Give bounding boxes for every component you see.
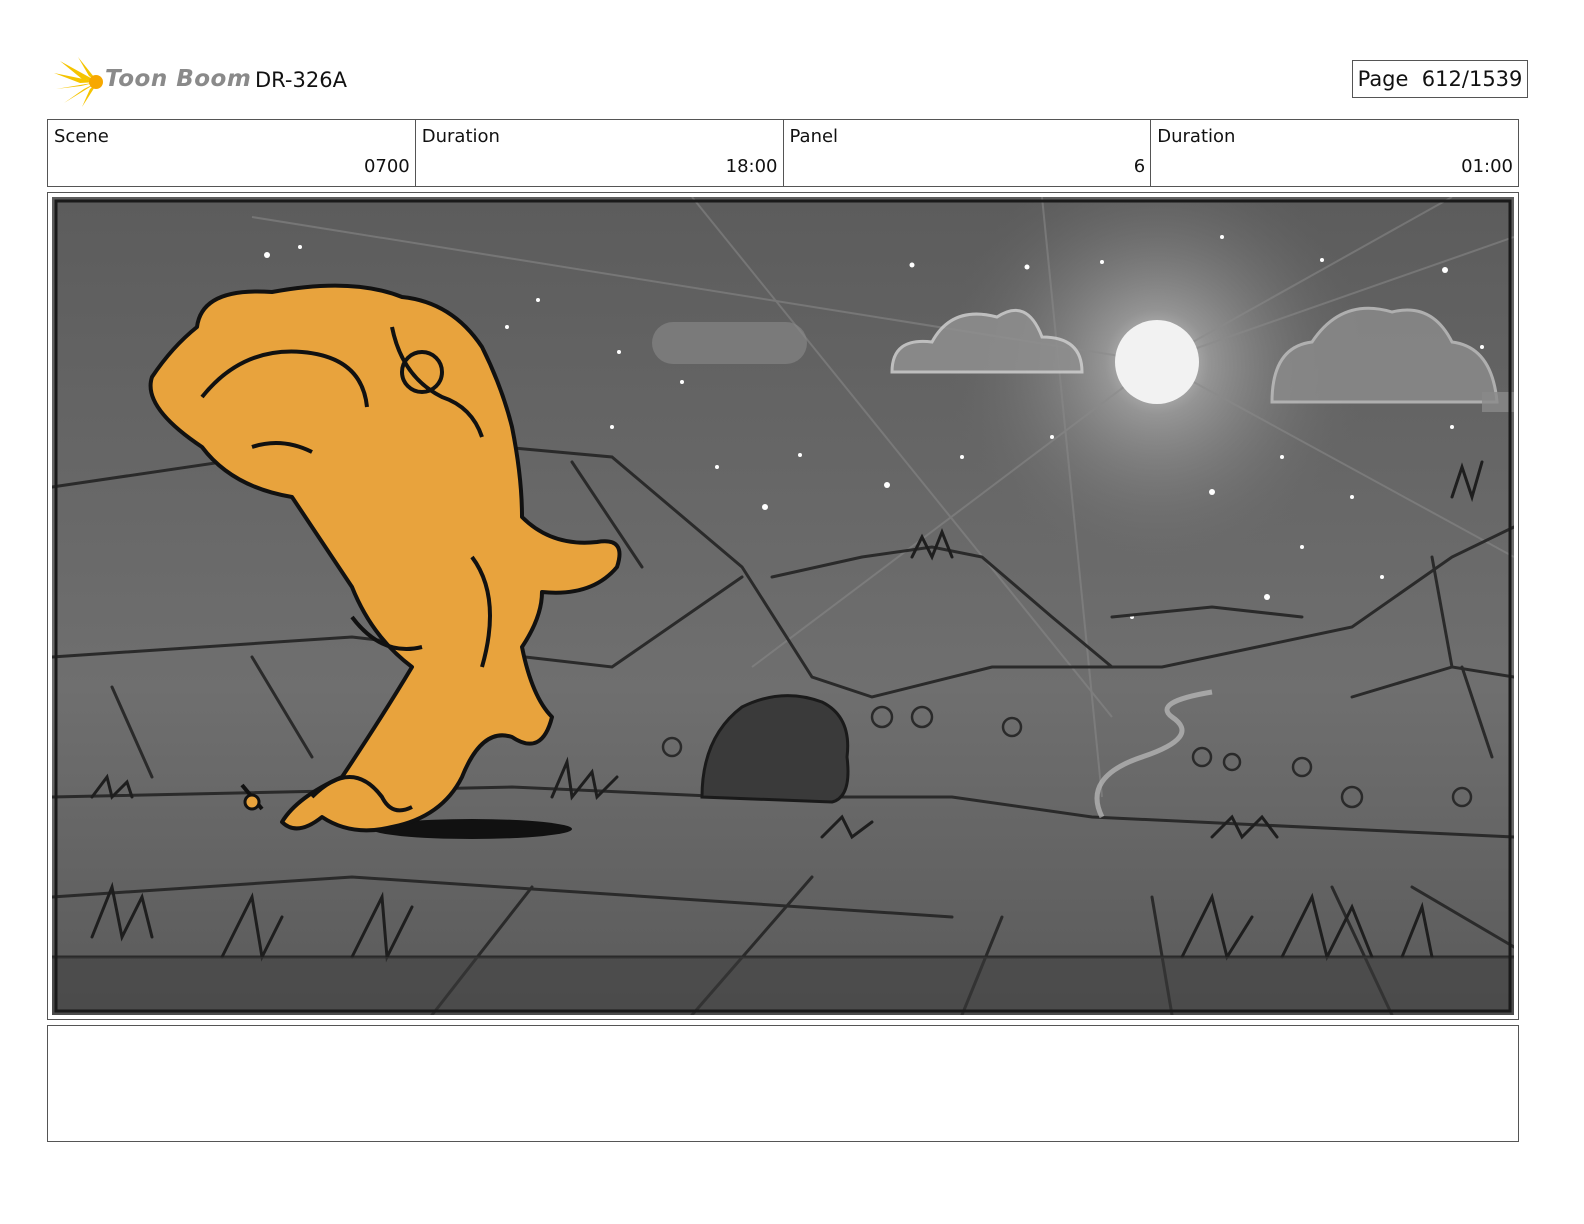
dialogue-caption-box <box>47 1025 1519 1142</box>
panel-duration-label: Duration <box>1157 126 1236 147</box>
panel-info-row: Scene 0700 Duration 18:00 Panel 6 Durati… <box>47 119 1519 187</box>
panel-drawing <box>52 197 1514 1015</box>
scene-cell: Scene 0700 <box>48 120 416 186</box>
production-code: DR-326A <box>255 68 347 92</box>
scene-value: 0700 <box>363 156 410 177</box>
panel-duration-value: 01:00 <box>1461 156 1513 177</box>
page-indicator: Page 612/1539 <box>1352 60 1528 98</box>
panel-label: Panel <box>789 126 839 147</box>
logo-wordmark: Toon Boom <box>105 66 252 92</box>
storyboard-header: Toon Boom DR-326A Page 612/1539 <box>50 55 1540 110</box>
foreground-ground <box>52 957 1514 1015</box>
night-desert-sketch <box>52 197 1514 1015</box>
storyboard-panel-frame <box>47 192 1519 1020</box>
panel-duration-cell: Duration 01:00 <box>1151 120 1518 186</box>
scene-duration-label: Duration <box>421 126 500 147</box>
moon <box>1115 320 1199 404</box>
toon-boom-logo: Toon Boom <box>52 57 251 107</box>
panel-value: 6 <box>1133 156 1146 177</box>
scene-duration-value: 18:00 <box>725 156 778 177</box>
panel-cell: Panel 6 <box>784 120 1152 186</box>
scene-label: Scene <box>54 126 109 147</box>
page-number: 612/1539 <box>1421 67 1523 91</box>
starburst-icon <box>54 57 103 107</box>
page-label: Page <box>1357 67 1409 91</box>
scene-duration-cell: Duration 18:00 <box>416 120 784 186</box>
